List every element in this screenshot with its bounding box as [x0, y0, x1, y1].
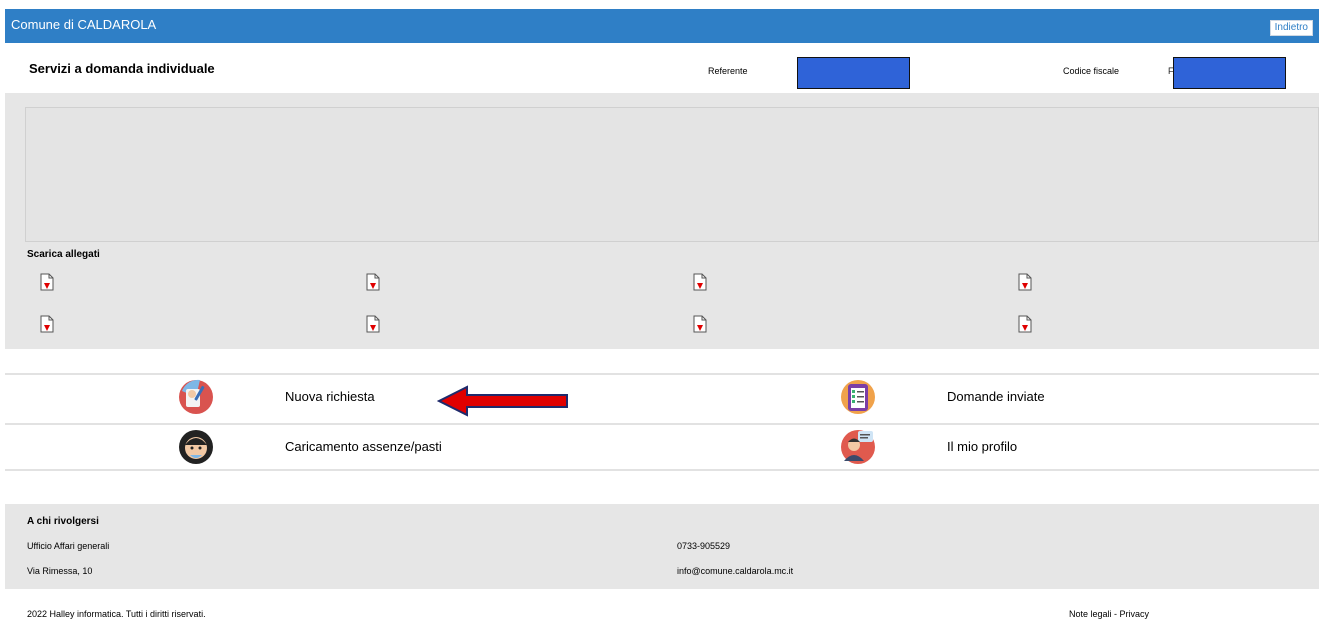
- pdf-download-icon[interactable]: [40, 315, 54, 333]
- menu-row: Caricamento assenze/pasti Il mio profilo: [5, 423, 1319, 469]
- my-profile-item[interactable]: Il mio profilo: [837, 425, 1137, 469]
- service-title: Servizi a domanda individuale: [29, 61, 215, 76]
- referente-label: Referente: [708, 66, 748, 76]
- pdf-download-icon[interactable]: [40, 273, 54, 291]
- pdf-download-icon[interactable]: [693, 273, 707, 291]
- office-email[interactable]: info@comune.caldarola.mc.it: [677, 566, 793, 576]
- service-header: Servizi a domanda individuale Referente …: [5, 43, 1319, 93]
- office-phone: 0733-905529: [677, 541, 731, 551]
- pdf-download-icon[interactable]: [693, 315, 707, 333]
- profile-icon: [840, 429, 876, 465]
- my-profile-label: Il mio profilo: [947, 439, 1018, 454]
- footer-copyright: 2022 Halley informatica. Tutti i diritti…: [27, 609, 206, 619]
- sent-applications-item[interactable]: Domande inviate: [837, 375, 1137, 419]
- contact-heading: A chi rivolgersi: [27, 516, 99, 527]
- downloads-title: Scarica allegati: [27, 249, 100, 260]
- pdf-download-icon[interactable]: [366, 315, 380, 333]
- menu-bottom-divider: [5, 469, 1319, 471]
- red-arrow-left-icon: [436, 385, 569, 417]
- checklist-icon: [840, 379, 876, 415]
- contact-section: A chi rivolgersi Ufficio Affari generali…: [5, 504, 1319, 589]
- absences-meals-label: Caricamento assenze/pasti: [285, 439, 442, 454]
- attachments-section: Scarica allegati: [5, 93, 1319, 349]
- menu-row: Nuova richiesta Domande inviate: [5, 373, 1319, 419]
- referente-redacted-box: [797, 57, 910, 89]
- new-request-item[interactable]: Nuova richiesta: [175, 375, 475, 419]
- sent-applications-label: Domande inviate: [947, 389, 1045, 404]
- footer-links[interactable]: Note legali - Privacy: [1069, 609, 1149, 619]
- absences-meals-item[interactable]: Caricamento assenze/pasti: [175, 425, 515, 469]
- top-bar: Comune di CALDAROLA Indietro: [5, 9, 1319, 43]
- codice-fiscale-label: Codice fiscale: [1063, 66, 1120, 76]
- pdf-download-icon[interactable]: [366, 273, 380, 291]
- codice-fiscale-redacted-box: [1173, 57, 1286, 89]
- back-button[interactable]: Indietro: [1269, 20, 1313, 36]
- pdf-download-icon[interactable]: [1018, 273, 1032, 291]
- operator-icon: [178, 429, 214, 465]
- office-address: Via Rimessa, 10: [27, 566, 93, 576]
- description-panel: [25, 107, 1319, 242]
- new-request-icon: [178, 379, 214, 415]
- pdf-download-icon[interactable]: [1018, 315, 1032, 333]
- new-request-label: Nuova richiesta: [285, 389, 375, 404]
- app-title: Comune di CALDAROLA: [11, 17, 157, 32]
- office-name: Ufficio Affari generali: [27, 541, 110, 551]
